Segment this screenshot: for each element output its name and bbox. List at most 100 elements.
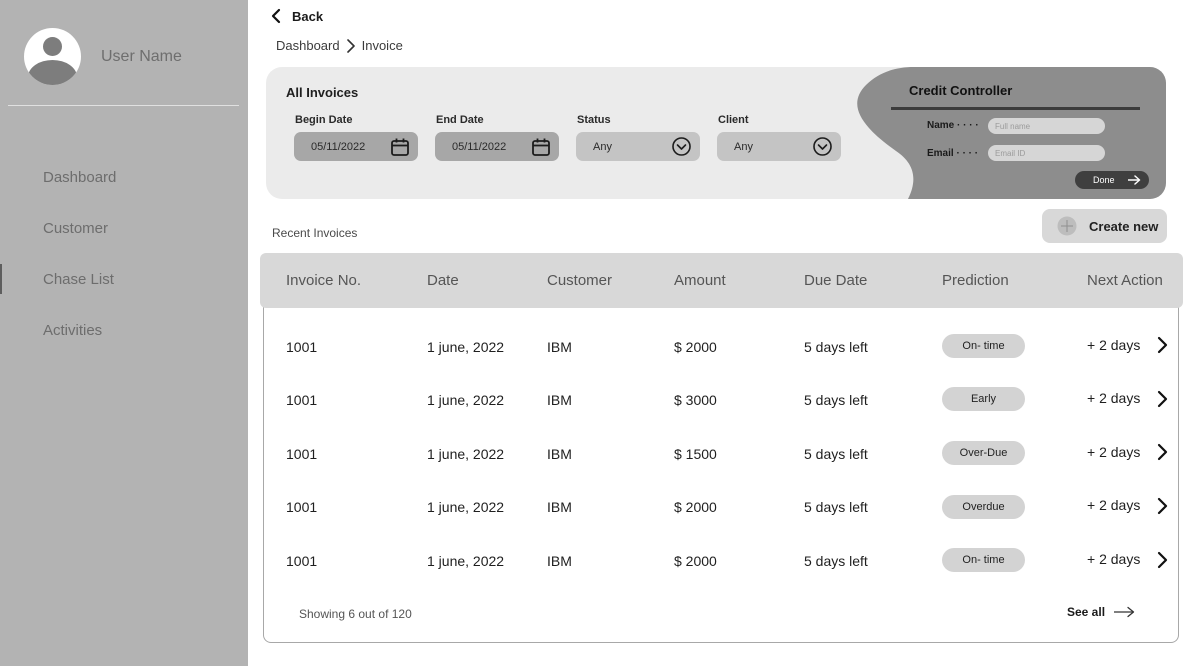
breadcrumb-dashboard[interactable]: Dashboard — [276, 38, 340, 53]
create-new-button[interactable]: Create new — [1042, 209, 1167, 243]
chevron-down-circle-icon — [672, 137, 691, 156]
due-date-cell: 5 days left — [804, 339, 868, 355]
done-button[interactable]: Done — [1075, 171, 1149, 189]
plus-circle-icon — [1057, 216, 1077, 236]
sidebar-divider — [8, 105, 239, 106]
amount-cell: $ 2000 — [674, 499, 717, 515]
invoice-no-cell: 1001 — [286, 446, 318, 462]
begin-date-label: Begin Date — [295, 114, 353, 126]
column-header-customer[interactable]: Customer — [547, 272, 612, 289]
client-select[interactable]: Any — [717, 132, 841, 161]
back-label: Back — [292, 8, 324, 24]
breadcrumb: Dashboard Invoice — [276, 38, 403, 53]
column-header-date[interactable]: Date — [427, 272, 459, 289]
chevron-right-icon[interactable] — [1156, 336, 1170, 354]
active-nav-indicator — [0, 264, 2, 294]
customer-cell: IBM — [547, 553, 572, 569]
date-cell: 1 june, 2022 — [427, 553, 505, 569]
begin-date-field[interactable]: 05/11/2022 — [294, 132, 418, 161]
credit-controller-divider — [891, 107, 1140, 110]
breadcrumb-invoice: Invoice — [361, 38, 403, 53]
filter-panel: All Invoices Begin Date 05/11/2022 End D… — [266, 67, 1166, 199]
sidebar-item-customer[interactable]: Customer — [43, 220, 108, 237]
date-cell: 1 june, 2022 — [427, 392, 505, 408]
next-action-cell: + 2 days — [1087, 444, 1141, 460]
prediction-badge: On- time — [942, 548, 1025, 572]
amount-cell: $ 3000 — [674, 392, 717, 408]
invoice-no-cell: 1001 — [286, 499, 318, 515]
amount-cell: $ 2000 — [674, 553, 717, 569]
invoice-no-cell: 1001 — [286, 339, 318, 355]
date-cell: 1 june, 2022 — [427, 446, 505, 462]
done-label: Done — [1093, 175, 1115, 185]
next-action-cell: + 2 days — [1087, 551, 1141, 567]
date-cell: 1 june, 2022 — [427, 339, 505, 355]
sidebar-item-chase-list[interactable]: Chase List — [43, 271, 114, 288]
invoice-no-cell: 1001 — [286, 553, 318, 569]
column-header-invoice-no[interactable]: Invoice No. — [286, 272, 361, 289]
client-label: Client — [718, 114, 749, 126]
recent-invoices-label: Recent Invoices — [272, 226, 358, 240]
name-label: Name · · · · — [927, 120, 979, 131]
column-header-prediction[interactable]: Prediction — [942, 272, 1009, 289]
chevron-down-circle-icon — [813, 137, 832, 156]
next-action-cell: + 2 days — [1087, 497, 1141, 513]
status-select[interactable]: Any — [576, 132, 700, 161]
amount-cell: $ 1500 — [674, 446, 717, 462]
name-input[interactable] — [988, 118, 1105, 134]
column-header-next-action[interactable]: Next Action — [1087, 272, 1163, 289]
credit-controller-title: Credit Controller — [909, 83, 1013, 98]
date-cell: 1 june, 2022 — [427, 499, 505, 515]
create-new-label: Create new — [1089, 218, 1159, 234]
user-name: User Name — [101, 48, 182, 65]
end-date-label: End Date — [436, 114, 484, 126]
avatar-head — [43, 37, 62, 56]
prediction-badge: Overdue — [942, 495, 1025, 519]
begin-date-value: 05/11/2022 — [311, 140, 366, 153]
sidebar-item-dashboard[interactable]: Dashboard — [43, 169, 116, 186]
customer-cell: IBM — [547, 499, 572, 515]
due-date-cell: 5 days left — [804, 553, 868, 569]
chevron-left-icon — [271, 8, 281, 24]
client-value: Any — [734, 140, 753, 153]
arrow-right-icon — [1128, 175, 1141, 185]
avatar[interactable] — [24, 28, 81, 85]
sidebar: User Name Dashboard Customer Chase List … — [0, 0, 248, 666]
see-all-label: See all — [1067, 605, 1106, 619]
customer-cell: IBM — [547, 339, 572, 355]
pagination-summary: Showing 6 out of 120 — [299, 607, 412, 621]
due-date-cell: 5 days left — [804, 446, 868, 462]
next-action-cell: + 2 days — [1087, 390, 1141, 406]
customer-cell: IBM — [547, 446, 572, 462]
arrow-right-icon — [1114, 606, 1135, 618]
calendar-icon — [391, 138, 409, 156]
column-header-due-date[interactable]: Due Date — [804, 272, 867, 289]
see-all-link[interactable]: See all — [1067, 605, 1135, 619]
filter-title: All Invoices — [286, 85, 359, 100]
due-date-cell: 5 days left — [804, 499, 868, 515]
chevron-right-icon[interactable] — [1156, 551, 1170, 569]
column-header-amount[interactable]: Amount — [674, 272, 726, 289]
email-input[interactable] — [988, 145, 1105, 161]
avatar-body — [28, 60, 77, 85]
chevron-right-icon[interactable] — [1156, 497, 1170, 515]
end-date-value: 05/11/2022 — [452, 140, 507, 153]
due-date-cell: 5 days left — [804, 392, 868, 408]
prediction-badge: Early — [942, 387, 1025, 411]
email-label: Email · · · · — [927, 148, 979, 159]
prediction-badge: Over-Due — [942, 441, 1025, 465]
customer-cell: IBM — [547, 392, 572, 408]
status-value: Any — [593, 140, 612, 153]
chevron-right-icon[interactable] — [1156, 390, 1170, 408]
chevron-right-icon[interactable] — [1156, 443, 1170, 461]
next-action-cell: + 2 days — [1087, 337, 1141, 353]
calendar-icon — [532, 138, 550, 156]
prediction-badge: On- time — [942, 334, 1025, 358]
status-label: Status — [577, 114, 611, 126]
chevron-right-icon — [346, 38, 355, 53]
invoice-no-cell: 1001 — [286, 392, 318, 408]
back-button[interactable]: Back — [270, 8, 323, 24]
amount-cell: $ 2000 — [674, 339, 717, 355]
end-date-field[interactable]: 05/11/2022 — [435, 132, 559, 161]
sidebar-item-activities[interactable]: Activities — [43, 322, 102, 339]
